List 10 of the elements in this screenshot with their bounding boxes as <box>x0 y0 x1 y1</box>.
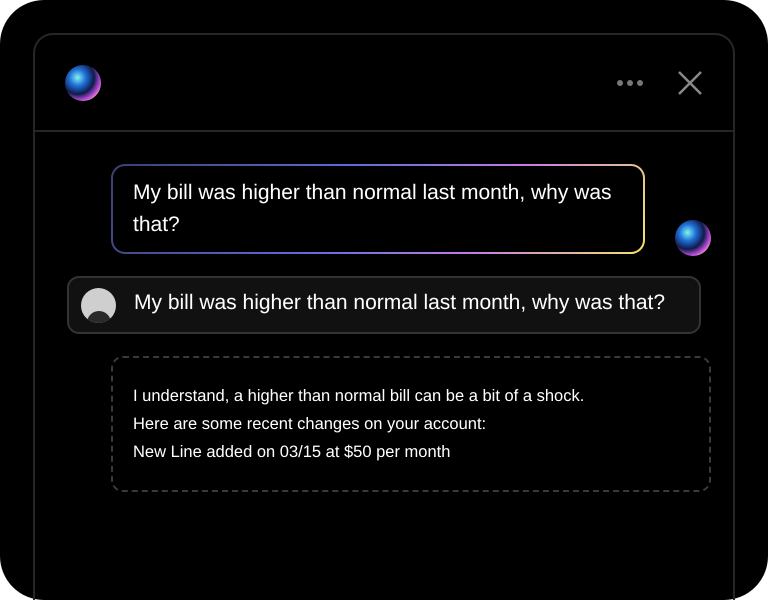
message-text: My bill was higher than normal last month, why was that? <box>113 166 643 252</box>
message-text: My bill was higher than normal last month, why was that? <box>134 290 666 316</box>
close-icon <box>677 70 703 96</box>
orb-icon <box>65 64 101 100</box>
response-line: I understand, a higher than normal bill can be a bit of a shock. <box>133 386 586 407</box>
response-line: New Line added on 03/15 at $50 per month <box>133 442 452 463</box>
avatar-icon <box>81 288 116 323</box>
response-line: Here are some recent changes on your account: <box>133 414 488 435</box>
close-button[interactable] <box>677 70 703 96</box>
orb-icon <box>675 220 711 256</box>
